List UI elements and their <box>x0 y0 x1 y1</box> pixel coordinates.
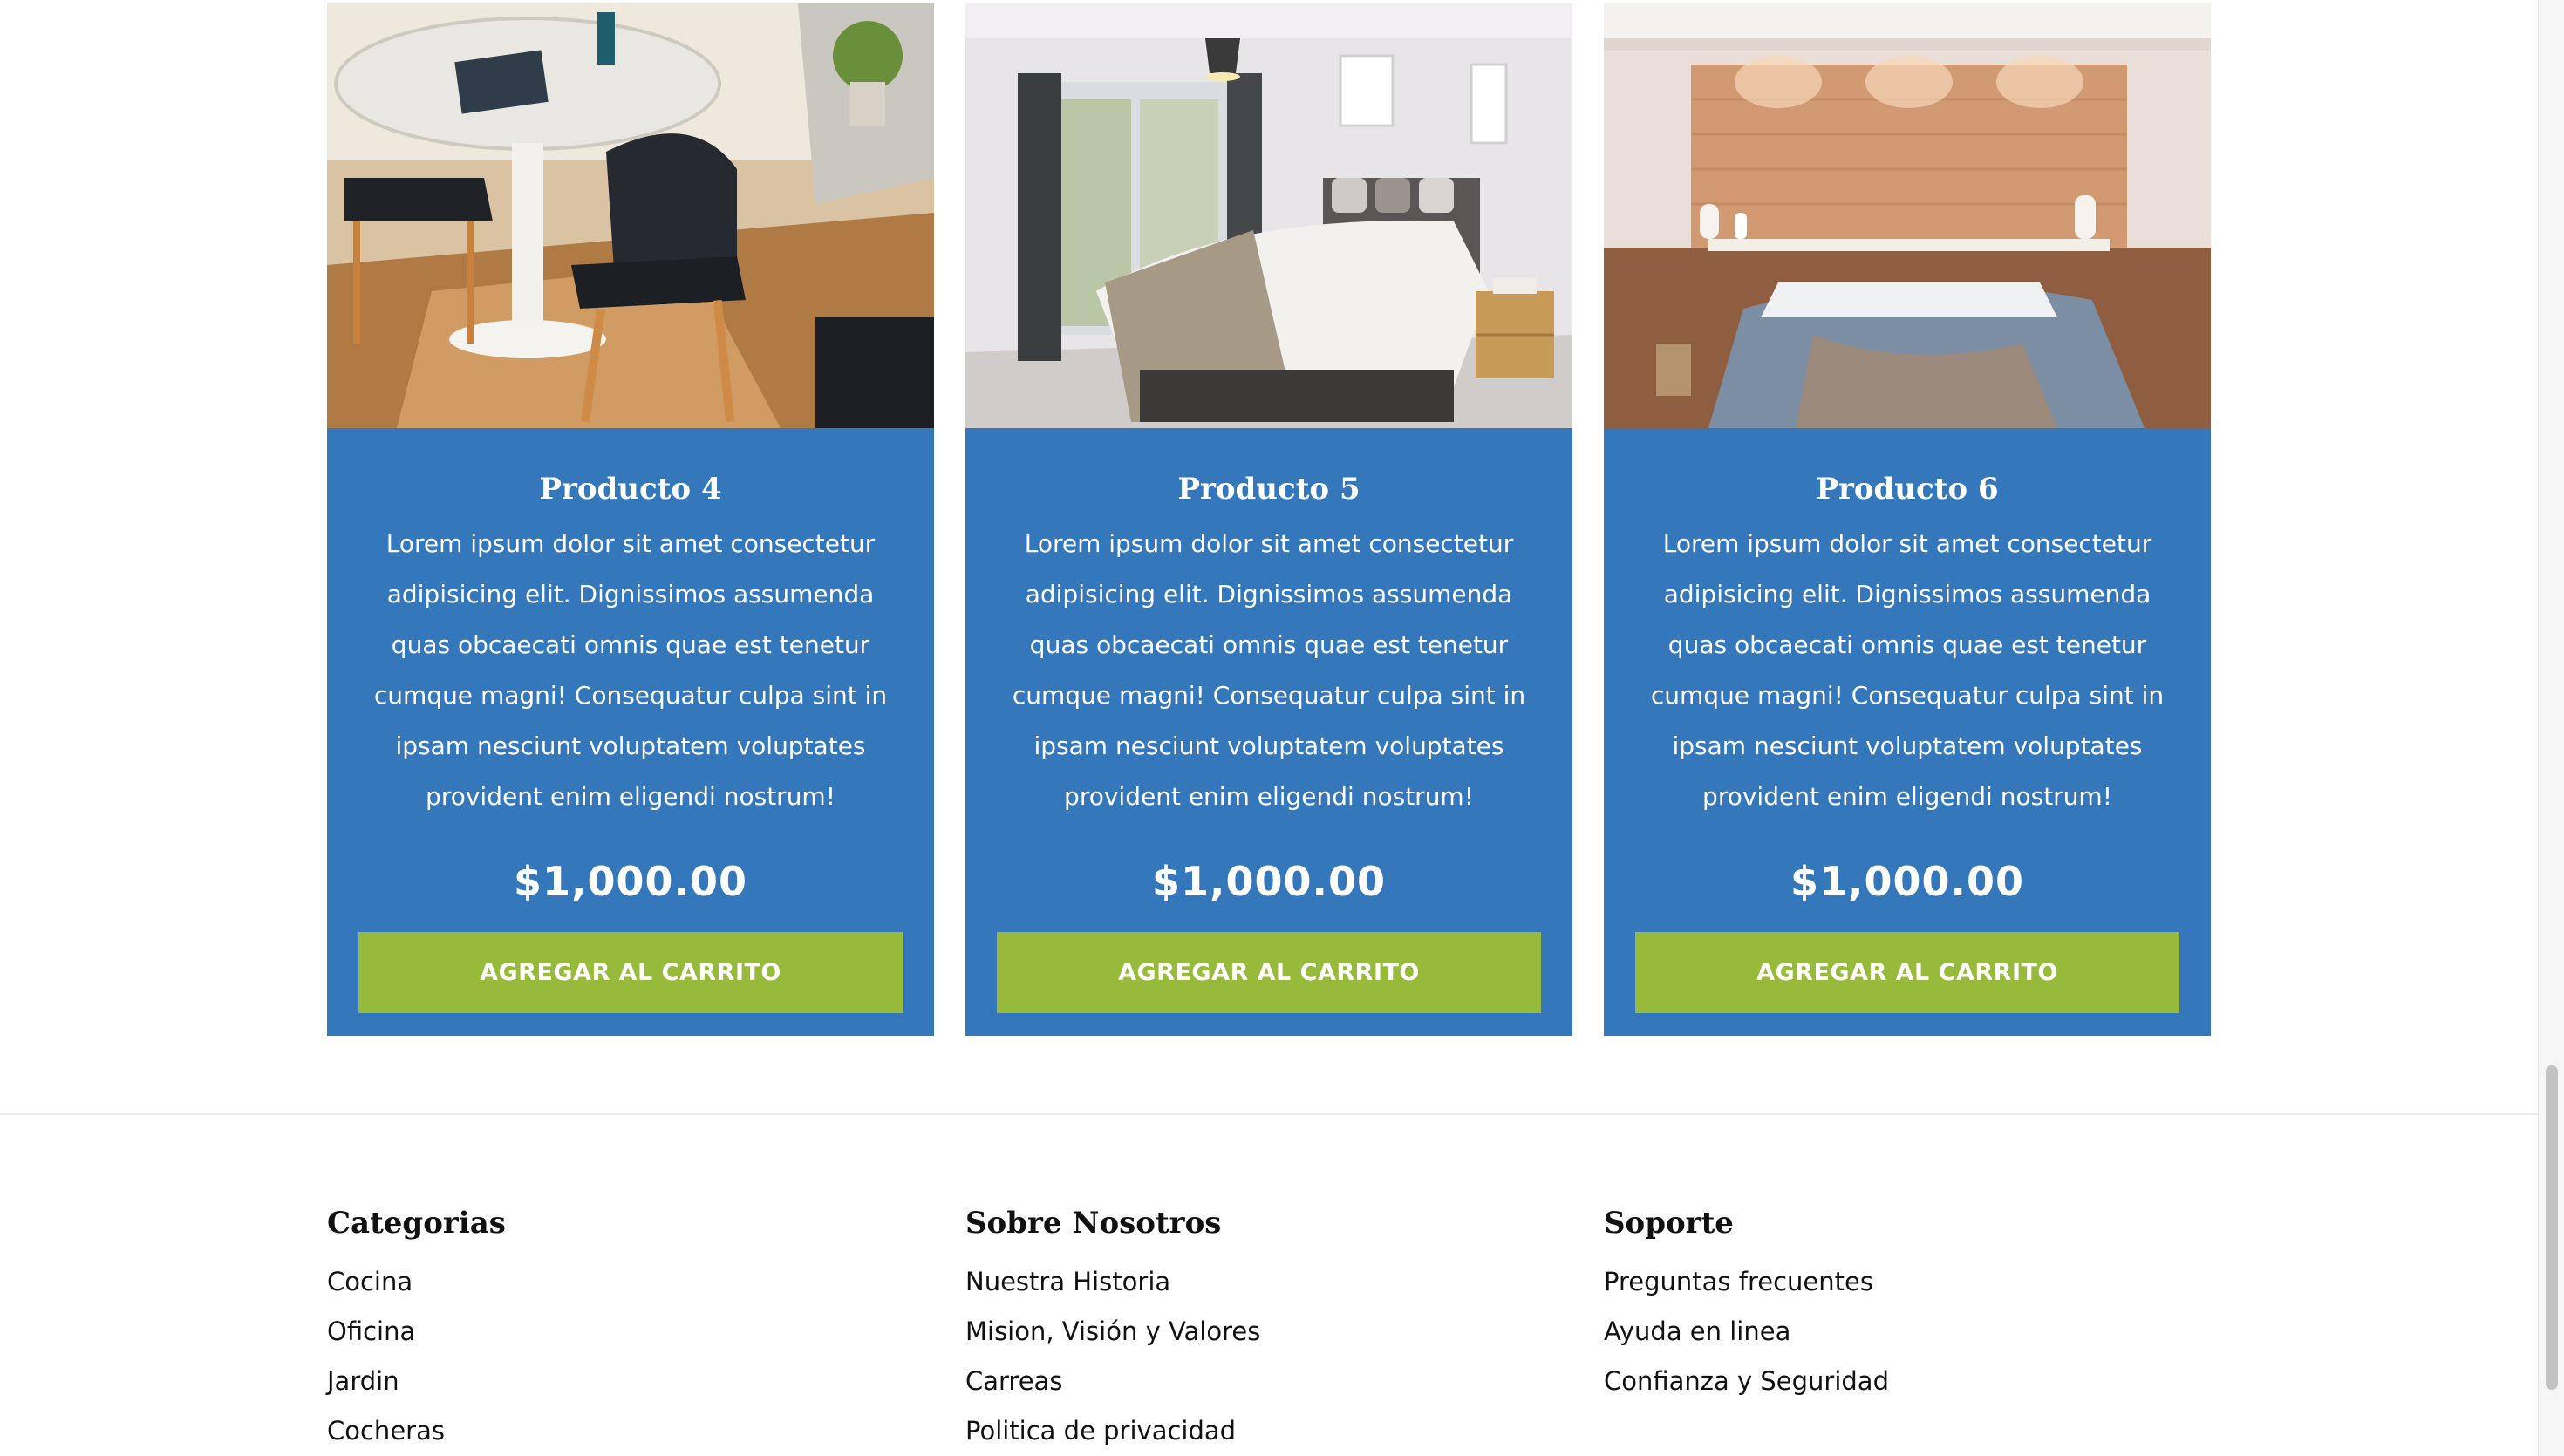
footer-divider <box>0 1113 2538 1115</box>
footer-heading: Sobre Nosotros <box>965 1206 1222 1241</box>
footer-heading: Categorias <box>327 1206 506 1241</box>
add-to-cart-button[interactable]: AGREGAR AL CARRITO <box>1635 932 2179 1013</box>
product-title: Producto 6 <box>1816 472 1999 507</box>
add-to-cart-button[interactable]: AGREGAR AL CARRITO <box>358 932 903 1013</box>
footer-link-jardin[interactable]: Jardin <box>327 1366 399 1396</box>
footer-link-list: Cocina Oficina Jardin Cocheras <box>327 1257 934 1456</box>
footer-link-list: Preguntas frecuentes Ayuda en linea Conf… <box>1604 1257 2211 1406</box>
footer-link-item: Cocina <box>327 1257 934 1307</box>
footer-link-item: Jardin <box>327 1357 934 1406</box>
footer-link-confianza[interactable]: Confianza y Seguridad <box>1604 1366 1889 1396</box>
product-image[interactable] <box>965 3 1572 428</box>
footer-heading: Soporte <box>1604 1206 1734 1241</box>
bedroom-window-photo <box>965 3 1572 428</box>
product-price: $1,000.00 <box>1152 858 1386 905</box>
footer-link-historia[interactable]: Nuestra Historia <box>965 1267 1170 1296</box>
product-title: Producto 4 <box>539 472 722 507</box>
add-to-cart-button[interactable]: AGREGAR AL CARRITO <box>997 932 1541 1013</box>
product-price: $1,000.00 <box>1790 858 2024 905</box>
footer-link-item: Oficina <box>327 1307 934 1357</box>
product-card: Producto 5 Lorem ipsum dolor sit amet co… <box>965 3 1572 1036</box>
product-price: $1,000.00 <box>514 858 747 905</box>
footer-link-list: Nuestra Historia Mision, Visión y Valore… <box>965 1257 1572 1456</box>
product-image[interactable] <box>1604 3 2211 428</box>
footer-link-item: Preguntas frecuentes <box>1604 1257 2211 1307</box>
footer-link-item: Carreas <box>965 1357 1572 1406</box>
footer-link-faq[interactable]: Preguntas frecuentes <box>1604 1267 1873 1296</box>
product-card: Producto 4 Lorem ipsum dolor sit amet co… <box>327 3 934 1036</box>
footer-link-ayuda[interactable]: Ayuda en linea <box>1604 1317 1790 1346</box>
product-title: Producto 5 <box>1177 472 1360 507</box>
footer-link-mision[interactable]: Mision, Visión y Valores <box>965 1317 1260 1346</box>
footer-link-item: Nuestra Historia <box>965 1257 1572 1307</box>
page: Producto 4 Lorem ipsum dolor sit amet co… <box>0 0 2564 1456</box>
footer: Categorias Cocina Oficina Jardin Cochera… <box>327 1201 2211 1456</box>
footer-link-oficina[interactable]: Oficina <box>327 1317 415 1346</box>
footer-column-sobre-nosotros: Sobre Nosotros Nuestra Historia Mision, … <box>965 1201 1572 1456</box>
footer-link-carreras[interactable]: Carreas <box>965 1366 1062 1396</box>
footer-link-item: Confianza y Seguridad <box>1604 1357 2211 1406</box>
scrollbar-thumb[interactable] <box>2546 1065 2558 1390</box>
product-description: Lorem ipsum dolor sit amet consectetur a… <box>373 529 888 811</box>
product-image[interactable] <box>327 3 934 428</box>
product-grid: Producto 4 Lorem ipsum dolor sit amet co… <box>327 3 2211 1036</box>
wood-panel-bedroom-photo <box>1604 3 2211 428</box>
footer-link-cocheras[interactable]: Cocheras <box>327 1416 445 1446</box>
footer-link-item: Cocheras <box>327 1406 934 1456</box>
product-card: Producto 6 Lorem ipsum dolor sit amet co… <box>1604 3 2211 1036</box>
vertical-scrollbar[interactable] <box>2538 0 2564 1456</box>
footer-link-item: Mision, Visión y Valores <box>965 1307 1572 1357</box>
footer-link-cocina[interactable]: Cocina <box>327 1267 413 1296</box>
footer-column-soporte: Soporte Preguntas frecuentes Ayuda en li… <box>1604 1201 2211 1456</box>
footer-column-categorias: Categorias Cocina Oficina Jardin Cochera… <box>327 1201 934 1456</box>
dining-table-chairs-photo <box>327 3 934 428</box>
product-description: Lorem ipsum dolor sit amet consectetur a… <box>1650 529 2165 811</box>
footer-link-privacidad[interactable]: Politica de privacidad <box>965 1416 1236 1446</box>
product-description: Lorem ipsum dolor sit amet consectetur a… <box>1012 529 1526 811</box>
footer-link-item: Politica de privacidad <box>965 1406 1572 1456</box>
footer-link-item: Ayuda en linea <box>1604 1307 2211 1357</box>
